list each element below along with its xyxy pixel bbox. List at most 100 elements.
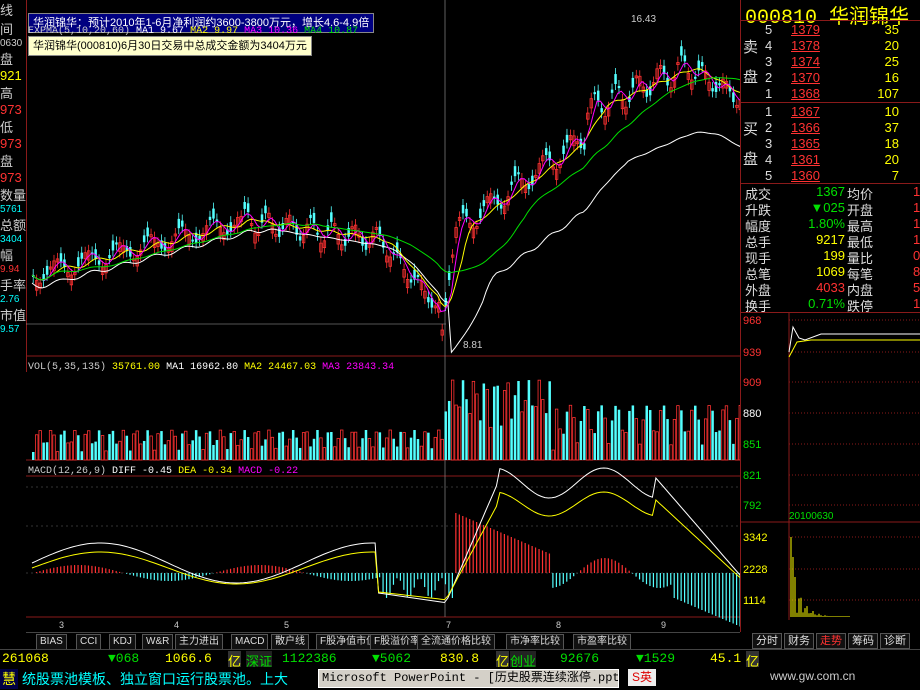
vol-indicator-ma2: MA2 24467.03: [244, 362, 317, 373]
right-tab-4[interactable]: 诊断: [880, 633, 910, 649]
indicator-tab-0[interactable]: BIAS: [36, 634, 67, 650]
indicator-tab-4[interactable]: 主力进出: [175, 634, 223, 650]
candles: [32, 40, 746, 342]
indicator-tab-5[interactable]: MACD: [231, 634, 269, 650]
ask-price[interactable]: 1374: [791, 54, 820, 69]
index-cy-change: ▼1529: [636, 651, 676, 666]
stat-value: 4033: [816, 280, 845, 295]
ask-price[interactable]: 1370: [791, 70, 820, 85]
intraday-mini-chart[interactable]: 968 939 909 880 851 821 792 3342 2228 1114 2010063…: [741, 312, 920, 632]
main-indicator-ma3: MA3 10.36: [244, 26, 299, 37]
buy-label-1: 买: [743, 121, 759, 138]
mini-axis-label-3: 880: [743, 408, 761, 420]
indicator-tab-6[interactable]: 散户线: [271, 634, 309, 650]
right-tab-3[interactable]: 筹码: [848, 633, 878, 649]
mini-axis-label-6: 792: [743, 500, 761, 512]
ma-line-2: [31, 62, 743, 313]
bid-volume: 10: [884, 104, 899, 119]
ask-level: 4: [765, 38, 773, 53]
stat-value: 199: [823, 248, 845, 263]
stat-value-2: 1: [913, 296, 920, 311]
bid-price[interactable]: 1366: [791, 120, 820, 135]
bid-volume: 18: [884, 136, 899, 151]
index-status-bar: 261068 ▼068 1066.6 亿 深证 1122386 ▼5062 83…: [0, 649, 920, 670]
left-label-2: 0630: [0, 38, 23, 49]
stat-value-2: 1: [913, 184, 920, 199]
indicator-tab-9[interactable]: 全流通价格比较: [417, 634, 495, 650]
stat-value-2: 8: [913, 264, 920, 279]
x-month-label-4: 8: [556, 620, 561, 630]
chart-canvas[interactable]: 55933296X100.880.440.01345789: [0, 0, 746, 632]
mini-axis-label-9: 1114: [743, 595, 766, 607]
indicator-tab-2[interactable]: KDJ: [109, 634, 136, 650]
index-cy-value: 92676: [560, 651, 600, 666]
index-sh-value: 261068: [2, 651, 49, 666]
ask-price[interactable]: 1368: [791, 86, 820, 101]
indicator-tab-3[interactable]: W&R: [142, 634, 174, 650]
ask-volume: 16: [884, 70, 899, 85]
mini-axis-label-8: 2228: [743, 564, 767, 576]
ime-indicator[interactable]: S英: [628, 669, 657, 686]
kline-chart-area[interactable]: 55933296X100.880.440.01345789 华润锦华：预计201…: [0, 0, 746, 632]
left-label-16: 9.94: [0, 264, 20, 275]
macd-indicator-header: MACD(12,26,9) DIFF -0.45 DEA -0.34 MACD …: [28, 466, 298, 477]
ask-price[interactable]: 1379: [791, 22, 820, 37]
sell-label-1: 卖: [743, 39, 759, 56]
ask-volume: 35: [884, 22, 899, 37]
macd-diff: DIFF -0.45: [112, 466, 173, 477]
quote-panel: 000810 华润锦华 卖盘 5 1379 35 4 1378 20 3 1374 25 2 1370…: [740, 0, 920, 632]
news-headline-2[interactable]: 华润锦华(000810)6月30日交易中总成交金额为3404万元: [28, 36, 312, 56]
left-label-20: 9.57: [0, 324, 20, 335]
taskbar-window-button[interactable]: Microsoft PowerPoint - [历史股票连续涨停.ppt]: [318, 669, 619, 688]
mini-avg-line: [788, 339, 920, 358]
index-sz-change: ▼5062: [372, 651, 412, 666]
bid-level: 3: [765, 136, 773, 151]
ask-price[interactable]: 1378: [791, 38, 820, 53]
left-label-7: 低: [0, 120, 14, 135]
indicator-tab-11[interactable]: 市盈率比较: [573, 634, 631, 650]
stat-value: 9217: [816, 232, 845, 247]
index-sz-value: 1122386: [282, 651, 337, 666]
stat-value: 1.80%: [808, 216, 845, 231]
bid-price[interactable]: 1367: [791, 104, 820, 119]
right-tab-2[interactable]: 走势: [816, 633, 846, 649]
left-label-11: 数量: [0, 188, 27, 203]
left-label-5: 高: [0, 86, 14, 101]
ask-level: 2: [765, 70, 773, 85]
left-label-15: 幅: [0, 248, 14, 263]
vol-indicator-value: 35761.00: [112, 362, 161, 373]
stat-value-2: 1: [913, 232, 920, 247]
buy-label-2: 盘: [743, 151, 759, 168]
macd-indicator-name: MACD(12,26,9): [28, 466, 107, 477]
stat-value-2: 0: [913, 248, 920, 263]
stat-value: 0.71%: [808, 296, 845, 311]
sell-label-2: 盘: [743, 69, 759, 86]
index-cy-amount: 45.1: [710, 651, 742, 666]
left-info-strip: 线间 0630 盘 921 高 973 低 973 盘 973 数量 5761 总额 3404 幅 9.94 手…: [0, 0, 27, 372]
ticker-scroll-text: 统股票池模板、独立窗口运行股票池。上大: [22, 671, 288, 687]
ticker-prefix: 慧: [0, 669, 18, 689]
right-tab-bar: 分时 财务 走势 筹码 诊断: [740, 632, 920, 649]
index-sz-amount: 830.8: [440, 651, 480, 666]
left-label-0: 线: [0, 3, 14, 18]
bid-volume: 20: [884, 152, 899, 167]
bid-level: 4: [765, 152, 773, 167]
ma-line-3: [31, 77, 743, 281]
stat-value: 1069: [816, 264, 845, 279]
stat-value-2: 1: [913, 216, 920, 231]
ask-volume: 25: [884, 54, 899, 69]
bid-price[interactable]: 1361: [791, 152, 820, 167]
index-sh-amount: 1066.6: [165, 651, 212, 666]
right-tab-0[interactable]: 分时: [752, 633, 782, 649]
right-tab-1[interactable]: 财务: [784, 633, 814, 649]
vol-indicator-header: VOL(5,35,135) 35761.00 MA1 16962.80 MA2 …: [28, 362, 394, 373]
left-label-19: 市值: [0, 308, 27, 323]
mini-axis-label-4: 851: [743, 439, 761, 451]
bid-price[interactable]: 1365: [791, 136, 820, 151]
x-month-label-1: 4: [174, 620, 179, 630]
indicator-tab-1[interactable]: CCI: [76, 634, 102, 650]
indicator-tab-10[interactable]: 市净率比较: [506, 634, 564, 650]
bid-price[interactable]: 1360: [791, 168, 820, 183]
x-month-label-5: 9: [661, 620, 666, 630]
indicator-tab-8[interactable]: F股溢价率: [370, 634, 425, 650]
